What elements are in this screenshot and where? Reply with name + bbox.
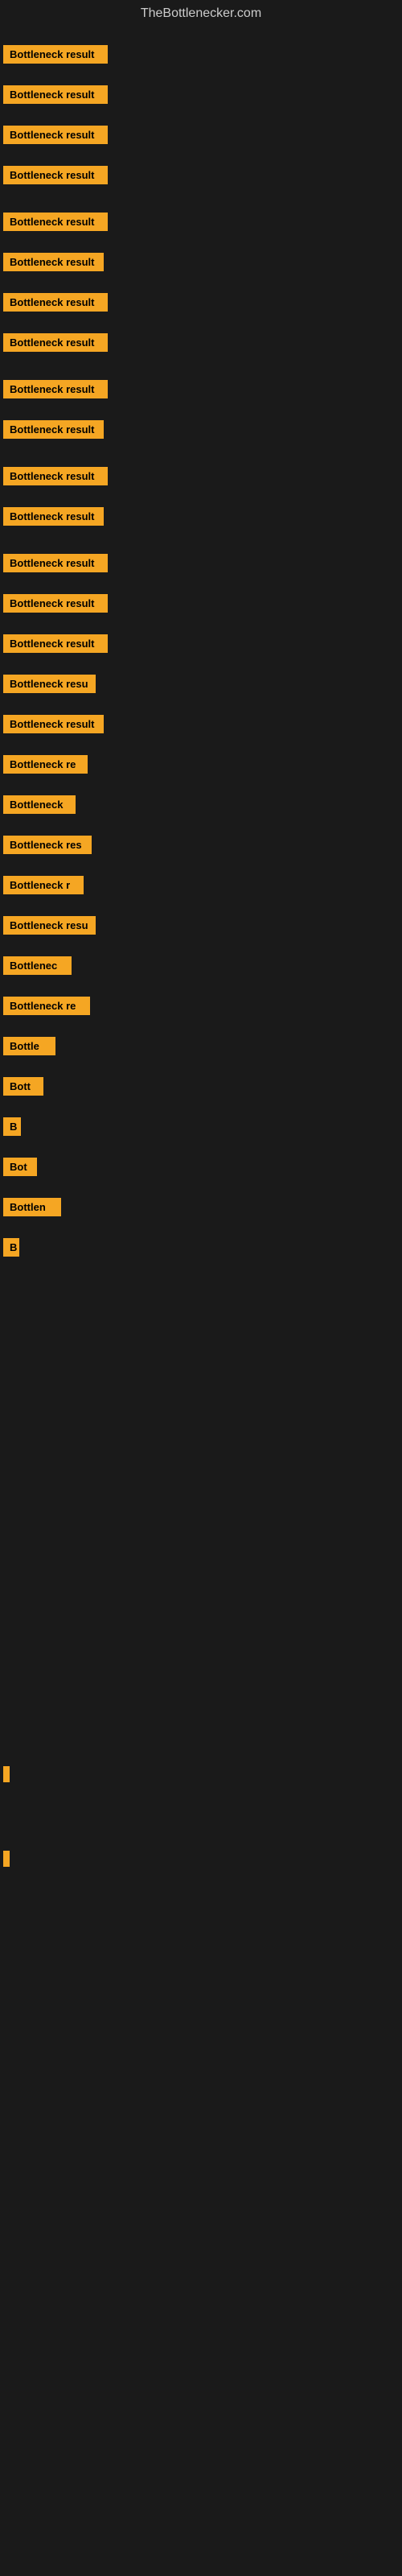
bottleneck-bar-30: B — [3, 1238, 19, 1257]
bottleneck-bar-4: Bottleneck result — [3, 166, 108, 184]
bar-row-25: Bottle — [0, 1030, 402, 1066]
bar-row-24: Bottleneck re — [0, 990, 402, 1026]
bar-row-15: Bottleneck result — [0, 628, 402, 663]
bar-row-26: Bott — [0, 1071, 402, 1106]
bar-row-9: Bottleneck result — [0, 374, 402, 409]
bottleneck-bar-3: Bottleneck result — [3, 126, 108, 144]
bottleneck-bar-8: Bottleneck result — [3, 333, 108, 352]
bars-container: Bottleneck result Bottleneck result Bottle… — [0, 39, 402, 1267]
bottleneck-bar-7: Bottleneck result — [3, 293, 108, 312]
bottleneck-bar-26: Bott — [3, 1077, 43, 1096]
bar-row-23: Bottlenec — [0, 950, 402, 985]
site-title: TheBottlenecker.com — [0, 0, 402, 27]
bar-row-5: Bottleneck result — [0, 206, 402, 242]
bottleneck-bar-2: Bottleneck result — [3, 85, 108, 104]
bottleneck-bar-24: Bottleneck re — [3, 997, 90, 1015]
bottleneck-bar-11: Bottleneck result — [3, 467, 108, 485]
bar-row-7: Bottleneck result — [0, 287, 402, 322]
bar-row-13: Bottleneck result — [0, 547, 402, 583]
bottleneck-bar-17: Bottleneck result — [3, 715, 104, 733]
bottleneck-bar-6: Bottleneck result — [3, 253, 104, 271]
bottom-spacer — [0, 1283, 402, 1766]
bottleneck-bar-10: Bottleneck result — [3, 420, 104, 439]
bar-row-17: Bottleneck result — [0, 708, 402, 744]
bottleneck-bar-19: Bottleneck — [3, 795, 76, 814]
bar-row-22: Bottleneck resu — [0, 910, 402, 945]
bottom-bar-1 — [3, 1766, 10, 1782]
bottleneck-bar-12: Bottleneck result — [3, 507, 104, 526]
bottleneck-bar-16: Bottleneck resu — [3, 675, 96, 693]
bar-row-27: B — [0, 1111, 402, 1146]
bar-row-19: Bottleneck — [0, 789, 402, 824]
bottleneck-bar-1: Bottleneck result — [3, 45, 108, 64]
bottleneck-bar-5: Bottleneck result — [3, 213, 108, 231]
bar-row-6: Bottleneck result — [0, 246, 402, 282]
bottleneck-bar-27: B — [3, 1117, 21, 1136]
bar-row-20: Bottleneck res — [0, 829, 402, 865]
bar-row-30: B — [0, 1232, 402, 1267]
bottleneck-bar-14: Bottleneck result — [3, 594, 108, 613]
bar-row-28: Bot — [0, 1151, 402, 1187]
bottleneck-bar-20: Bottleneck res — [3, 836, 92, 854]
bar-row-18: Bottleneck re — [0, 749, 402, 784]
bottleneck-bar-22: Bottleneck resu — [3, 916, 96, 935]
bar-row-3: Bottleneck result — [0, 119, 402, 155]
bottom-bar-2 — [3, 1851, 10, 1867]
bottleneck-bar-23: Bottlenec — [3, 956, 72, 975]
bottleneck-bar-18: Bottleneck re — [3, 755, 88, 774]
bar-row-1: Bottleneck result — [0, 39, 402, 74]
bar-row-16: Bottleneck resu — [0, 668, 402, 704]
bar-row-21: Bottleneck r — [0, 869, 402, 905]
bar-row-11: Bottleneck result — [0, 460, 402, 496]
bottleneck-bar-9: Bottleneck result — [3, 380, 108, 398]
bar-row-10: Bottleneck result — [0, 414, 402, 449]
bottleneck-bar-29: Bottlen — [3, 1198, 61, 1216]
bar-row-14: Bottleneck result — [0, 588, 402, 623]
bottleneck-bar-28: Bot — [3, 1158, 37, 1176]
bottleneck-bar-21: Bottleneck r — [3, 876, 84, 894]
bottleneck-bar-13: Bottleneck result — [3, 554, 108, 572]
bar-row-12: Bottleneck result — [0, 501, 402, 536]
bottleneck-bar-25: Bottle — [3, 1037, 55, 1055]
bar-row-29: Bottlen — [0, 1191, 402, 1227]
bar-row-4: Bottleneck result — [0, 159, 402, 195]
bottleneck-bar-15: Bottleneck result — [3, 634, 108, 653]
bar-row-8: Bottleneck result — [0, 327, 402, 362]
bar-row-2: Bottleneck result — [0, 79, 402, 114]
